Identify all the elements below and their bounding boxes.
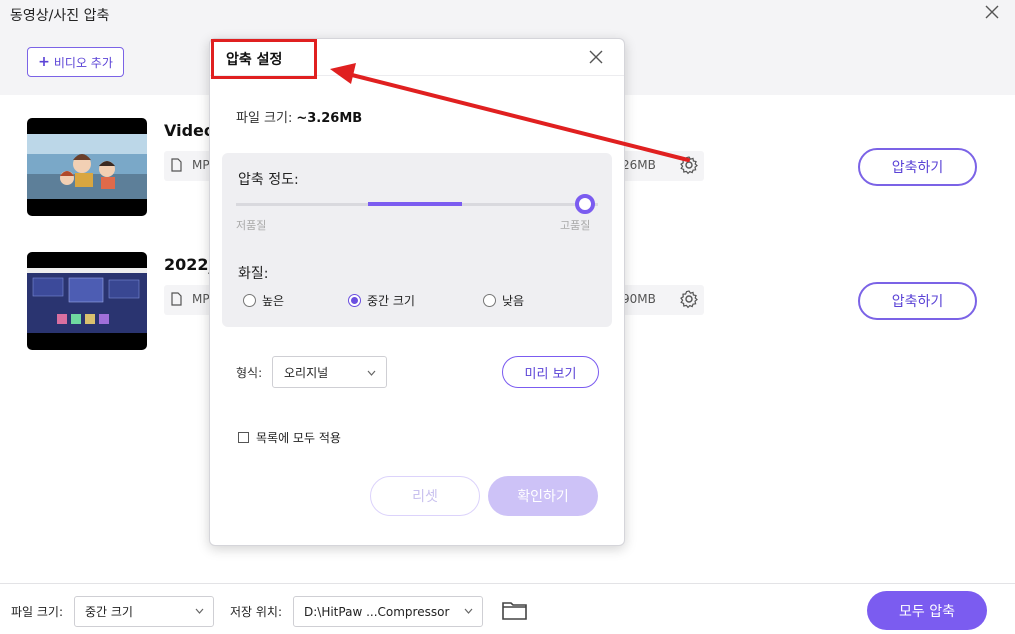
close-icon[interactable] bbox=[587, 48, 605, 66]
video-size: 90MB bbox=[622, 292, 656, 306]
chevron-down-icon bbox=[367, 370, 376, 376]
format-select[interactable]: 오리지널 bbox=[272, 356, 387, 388]
video-format: MP bbox=[192, 292, 210, 306]
anime-thumbnail-image bbox=[27, 134, 147, 199]
plus-icon: + bbox=[38, 54, 50, 70]
checkbox bbox=[238, 432, 249, 443]
save-location-label: 저장 위치: bbox=[230, 605, 283, 619]
bottom-bar: 파일 크기: 중간 크기 저장 위치: D:\HitPaw ...Compres… bbox=[0, 583, 1015, 634]
radio-button bbox=[243, 294, 256, 307]
reset-button[interactable]: 리셋 bbox=[370, 476, 480, 516]
chevron-down-icon bbox=[195, 608, 204, 614]
file-icon bbox=[171, 158, 182, 172]
chevron-down-icon bbox=[464, 608, 473, 614]
confirm-button[interactable]: 확인하기 bbox=[488, 476, 598, 516]
video-format: MP bbox=[192, 158, 210, 172]
compress-all-button[interactable]: 모두 압축 bbox=[867, 591, 987, 630]
low-quality-label: 저품질 bbox=[236, 219, 267, 232]
quality-option-high[interactable]: 높은 bbox=[243, 292, 284, 309]
estimated-size-label: 파일 크기: bbox=[236, 111, 293, 126]
compression-level-label: 압축 정도: bbox=[238, 172, 299, 188]
compress-button[interactable]: 압축하기 bbox=[858, 282, 977, 320]
settings-gear-icon[interactable] bbox=[679, 289, 699, 309]
quality-option-label: 중간 크기 bbox=[367, 294, 415, 308]
save-location-select[interactable]: D:\HitPaw ...Compressor bbox=[293, 596, 483, 627]
window-title: 동영상/사진 압축 bbox=[10, 8, 110, 24]
quality-option-label: 낮음 bbox=[502, 294, 525, 308]
quality-label: 화질: bbox=[238, 266, 269, 282]
compression-panel: 압축 정도: 저품질 고품질 화질: 높은 중간 크기 낮음 bbox=[222, 153, 612, 327]
quality-option-label: 높은 bbox=[262, 294, 285, 308]
settings-gear-icon[interactable] bbox=[679, 155, 699, 175]
estimated-file-size: 파일 크기: ~3.26MB bbox=[236, 107, 362, 126]
compress-button[interactable]: 압축하기 bbox=[858, 148, 977, 186]
compression-settings-dialog: 압축 설정 파일 크기: ~3.26MB 압축 정도: 저품질 고품질 화질: 높… bbox=[209, 38, 625, 546]
high-quality-label: 고품질 bbox=[560, 219, 591, 232]
compression-slider-thumb[interactable] bbox=[575, 194, 595, 214]
video-size: 26MB bbox=[622, 158, 656, 172]
radio-button bbox=[483, 294, 496, 307]
radio-button-selected bbox=[348, 294, 361, 307]
format-label: 형식: bbox=[236, 366, 263, 380]
annotation-highlight-box bbox=[211, 39, 317, 79]
file-size-label: 파일 크기: bbox=[11, 605, 64, 619]
file-icon bbox=[171, 292, 182, 306]
add-video-label: 비디오 추가 bbox=[53, 55, 113, 70]
quality-option-low[interactable]: 낮음 bbox=[483, 292, 524, 309]
save-location-value: D:\HitPaw ...Compressor bbox=[304, 604, 450, 619]
video-name: Video bbox=[164, 121, 215, 140]
video-thumbnail bbox=[27, 118, 147, 216]
format-value: 오리지널 bbox=[284, 365, 329, 380]
apply-all-checkbox[interactable]: 목록에 모두 적용 bbox=[238, 429, 341, 446]
webpage-thumbnail-image bbox=[27, 268, 147, 333]
preview-button[interactable]: 미리 보기 bbox=[502, 356, 599, 388]
compression-slider-fill bbox=[368, 202, 462, 206]
window-close-icon[interactable] bbox=[982, 2, 1002, 22]
add-video-button[interactable]: + 비디오 추가 bbox=[27, 47, 124, 77]
folder-icon[interactable] bbox=[502, 600, 527, 620]
file-size-select[interactable]: 중간 크기 bbox=[74, 596, 214, 627]
apply-all-label: 목록에 모두 적용 bbox=[256, 431, 341, 445]
file-size-value: 중간 크기 bbox=[85, 605, 133, 619]
quality-option-medium[interactable]: 중간 크기 bbox=[348, 292, 415, 309]
video-thumbnail bbox=[27, 252, 147, 350]
estimated-size-value: ~3.26MB bbox=[296, 111, 363, 126]
